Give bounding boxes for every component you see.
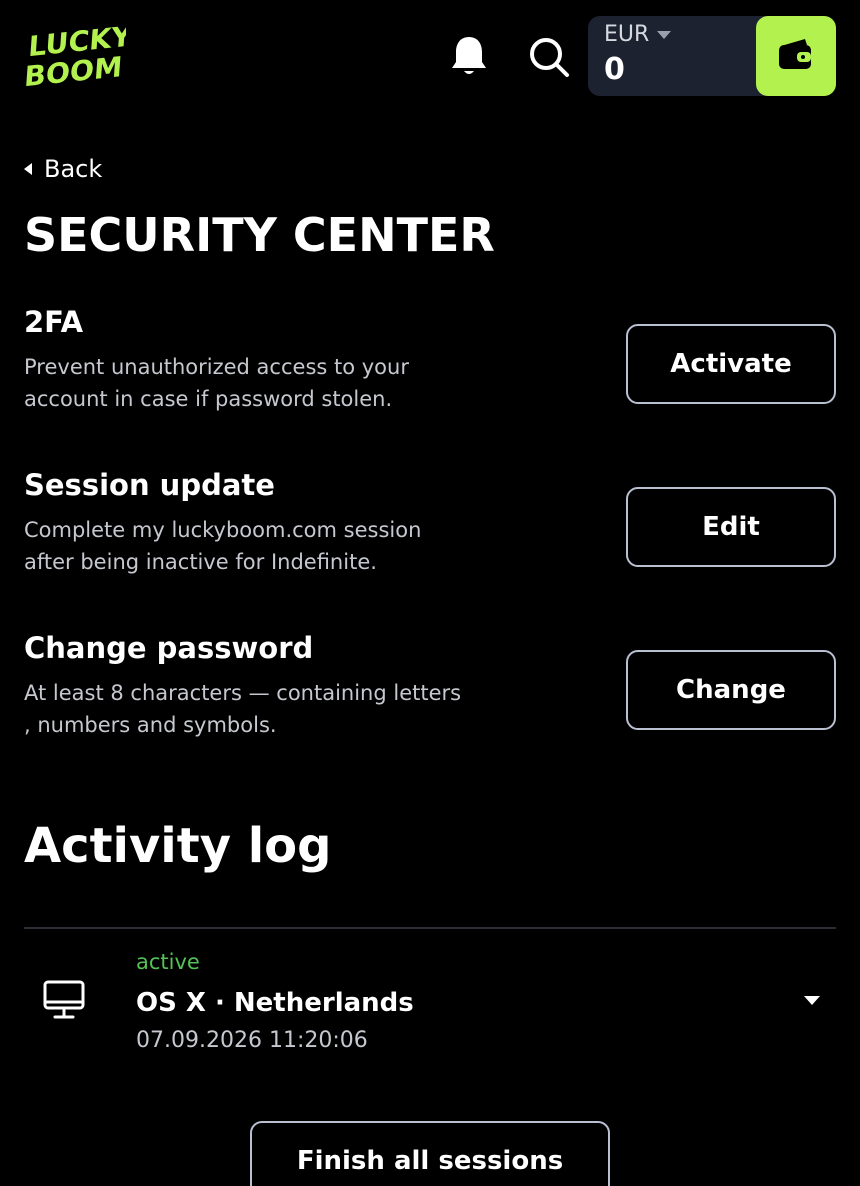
search-icon[interactable] [526,34,572,80]
two-fa-section: 2FA Prevent unauthorized access to your … [24,305,836,415]
currency-select[interactable]: EUR [604,22,672,47]
edit-session-button[interactable]: Edit [626,487,836,567]
session-list-item[interactable]: active OS X · Netherlands 07.09.2026 11:… [24,946,836,1066]
session-device: OS X · Netherlands [136,988,414,1018]
wallet-icon [777,37,815,75]
session-update-description: Complete my luckyboom.com session after … [24,518,422,574]
two-fa-description: Prevent unauthorized access to your acco… [24,355,409,411]
back-label: Back [44,155,103,183]
activate-2fa-button[interactable]: Activate [626,324,836,404]
activity-log-title: Activity log [24,818,332,874]
bell-icon[interactable] [448,34,490,78]
chevron-left-icon [24,163,32,175]
change-password-button[interactable]: Change [626,650,836,730]
lucky-boom-logo[interactable]: LUCKY BOOM [22,20,133,93]
currency-label: EUR [604,22,650,47]
finish-all-sessions-button[interactable]: Finish all sessions [250,1121,610,1186]
session-update-section: Session update Complete my luckyboom.com… [24,468,836,578]
session-timestamp: 07.09.2026 11:20:06 [136,1028,368,1053]
session-status: active [136,950,200,974]
balance-value: 0 [604,52,625,87]
chevron-down-icon[interactable] [804,996,820,1005]
divider [24,927,836,929]
wallet-button[interactable] [756,16,836,96]
chevron-down-icon [657,30,672,39]
change-password-section: Change password At least 8 characters — … [24,631,836,741]
security-center-page: LUCKY BOOM EUR 0 Back SECURITY CENTER 2F… [0,0,860,1186]
page-title: SECURITY CENTER [24,208,495,262]
monitor-icon [42,978,86,1022]
back-link[interactable]: Back [24,155,102,183]
balance-widget: EUR 0 [588,16,836,96]
change-password-description: At least 8 characters — containing lette… [24,681,462,737]
